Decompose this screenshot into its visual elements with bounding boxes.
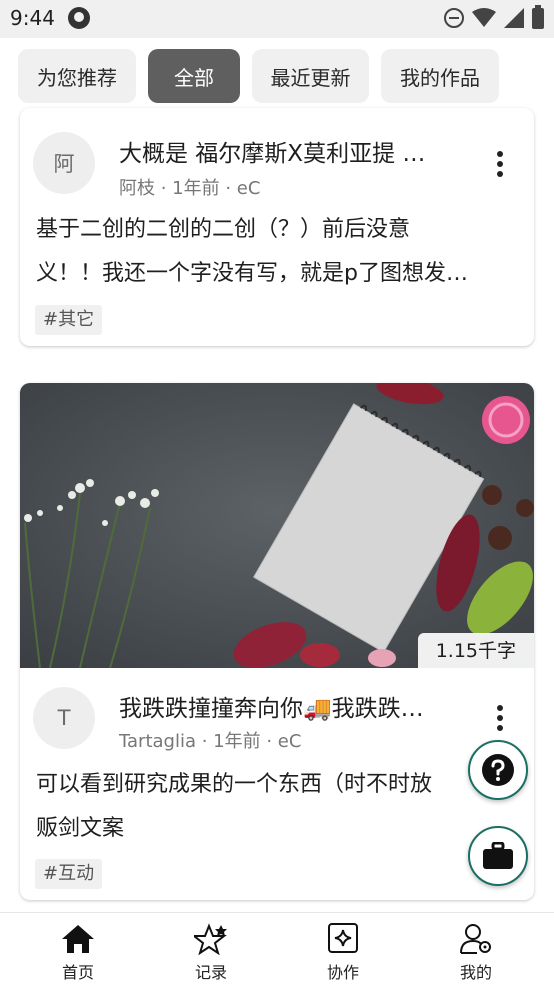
post-excerpt-line: 可以看到研究成果的一个东西（时不时放	[36, 772, 433, 797]
briefcase-icon	[483, 842, 513, 869]
post-title: 我跌跌撞撞奔向你🚚我跌跌…	[119, 696, 424, 722]
do-not-disturb-icon	[444, 8, 464, 28]
more-options-button[interactable]	[488, 698, 512, 738]
stars-icon	[194, 923, 227, 955]
post-excerpt-line: 义！！我还一个字没有写，就是p了图想发…	[36, 261, 468, 286]
filter-chip-recommended[interactable]: 为您推荐	[18, 49, 136, 103]
filter-chip-label: 我的作品	[400, 65, 480, 90]
post-meta: 阿枝 · 1年前 · eC	[119, 178, 261, 199]
nav-item-profile[interactable]: 我的	[416, 913, 536, 985]
status-time: 9:44	[10, 6, 55, 30]
filter-chip-label: 全部	[174, 65, 214, 90]
nav-item-collaborate[interactable]: 协作	[283, 913, 403, 985]
sparkle-badge-icon	[328, 923, 358, 953]
status-bar: 9:44	[0, 0, 554, 38]
nav-item-home[interactable]: 首页	[18, 913, 138, 985]
post-meta: Tartaglia · 1年前 · eC	[119, 731, 302, 752]
cover-image[interactable]: 1.15千字	[20, 383, 534, 668]
app-notification-icon	[68, 7, 90, 29]
nav-label: 协作	[326, 963, 359, 982]
post-excerpt: 基于二创的二创的二创（？）前后没意 义！！我还一个字没有写，就是p了图想发…	[36, 208, 516, 296]
filter-chip-all[interactable]: 全部	[148, 49, 240, 103]
more-options-button[interactable]	[488, 144, 512, 184]
post-excerpt: 可以看到研究成果的一个东西（时不时放 贩剑文案	[36, 763, 516, 851]
home-icon	[62, 925, 94, 953]
post-title: 大概是 福尔摩斯X莫利亚提 …	[119, 141, 426, 167]
post-card[interactable]: 1.15千字 T 我跌跌撞撞奔向你🚚我跌跌… Tartaglia · 1年前 ·…	[20, 383, 534, 900]
filter-chip-row: 为您推荐 全部 最近更新 我的作品	[0, 38, 554, 114]
help-icon	[482, 754, 514, 786]
filter-chip-label: 为您推荐	[37, 65, 117, 90]
word-count-badge: 1.15千字	[417, 633, 534, 668]
user-settings-icon	[460, 924, 491, 954]
bottom-nav: 首页 记录 协作 我的	[0, 912, 554, 985]
app-screen: 9:44 为您推荐 全部 最近更新 我的作品 阿 大概是 福尔摩斯X莫利亚提 ……	[0, 0, 554, 985]
nav-label: 我的	[459, 963, 492, 982]
avatar[interactable]: T	[33, 687, 95, 749]
nav-label: 首页	[61, 963, 94, 982]
tag-chip[interactable]: #其它	[35, 305, 103, 335]
status-icons	[444, 4, 544, 30]
nav-label: 记录	[194, 963, 227, 982]
tag-chip[interactable]: #互动	[35, 859, 103, 889]
toolbox-button[interactable]	[468, 826, 528, 886]
post-excerpt-line: 贩剑文案	[36, 816, 125, 841]
post-excerpt-line: 基于二创的二创的二创（？）前后没意	[36, 217, 411, 242]
signal-icon	[504, 8, 524, 28]
help-button[interactable]	[468, 740, 528, 800]
battery-icon	[532, 4, 544, 29]
avatar[interactable]: 阿	[33, 132, 95, 194]
nav-item-records[interactable]: 记录	[151, 913, 271, 985]
filter-chip-my-works[interactable]: 我的作品	[381, 49, 499, 103]
wifi-icon	[472, 8, 496, 27]
filter-chip-recent[interactable]: 最近更新	[252, 49, 369, 103]
filter-chip-label: 最近更新	[270, 65, 351, 90]
post-card[interactable]: 阿 大概是 福尔摩斯X莫利亚提 … 阿枝 · 1年前 · eC 基于二创的二创的…	[20, 108, 534, 346]
